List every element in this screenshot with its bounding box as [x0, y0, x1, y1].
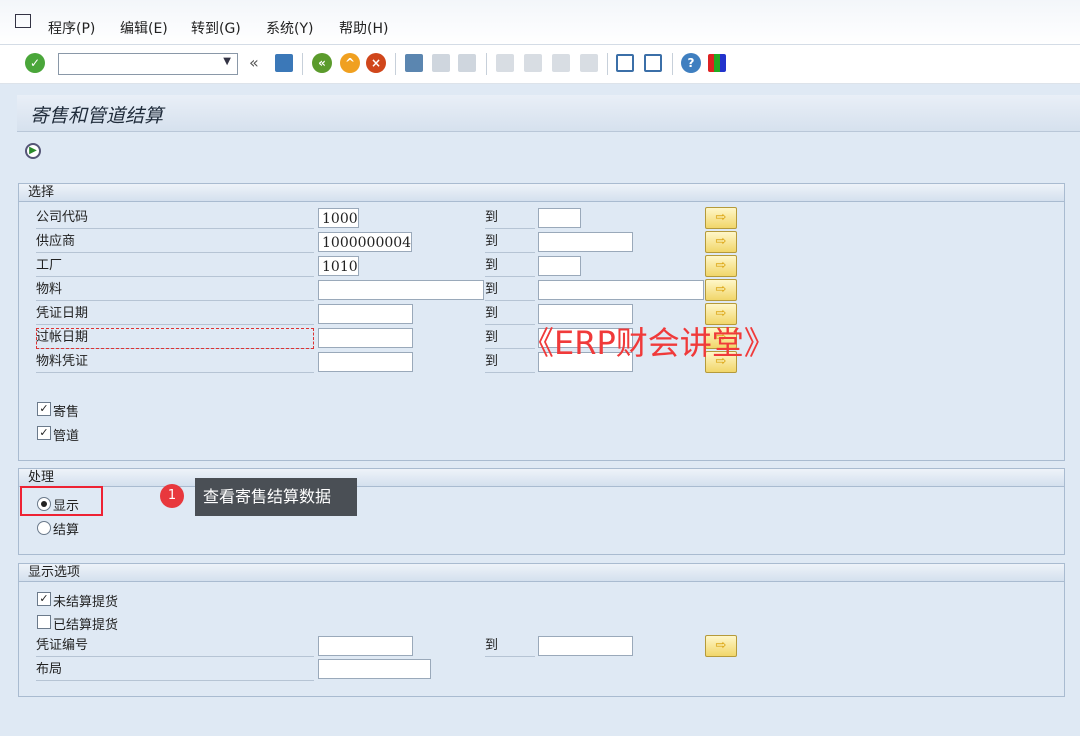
- checkbox-label: 寄售: [53, 401, 79, 420]
- collapse-icon[interactable]: «: [249, 53, 259, 72]
- multiple-selection-button[interactable]: ⇨: [705, 255, 737, 277]
- posting-date-from[interactable]: [318, 328, 413, 348]
- display-options-header: 显示选项: [19, 564, 1064, 582]
- selection-header: 选择: [19, 184, 1064, 202]
- doc-number-from[interactable]: [318, 636, 413, 656]
- field-label: 凭证编号: [36, 636, 314, 657]
- unsettled-checkbox[interactable]: ✓: [37, 592, 51, 606]
- to-label: 到: [485, 636, 535, 657]
- enter-check-icon[interactable]: ✓: [25, 53, 45, 73]
- to-label: 到: [485, 256, 535, 277]
- company-code-to[interactable]: [538, 208, 581, 228]
- display-radio[interactable]: [37, 497, 51, 511]
- field-label: 布局: [36, 660, 314, 681]
- page-title: 寄售和管道结算: [30, 101, 163, 128]
- multiple-selection-button[interactable]: ⇨: [705, 231, 737, 253]
- print-icon[interactable]: [405, 54, 423, 72]
- vendor-from[interactable]: 1000000004: [318, 232, 412, 252]
- multiple-selection-button[interactable]: ⇨: [705, 635, 737, 657]
- field-label: 凭证日期: [36, 304, 314, 325]
- multiple-selection-button[interactable]: ⇨: [705, 207, 737, 229]
- field-label: 物料凭证: [36, 352, 314, 373]
- material-from[interactable]: [318, 280, 484, 300]
- material-to[interactable]: [538, 280, 704, 300]
- last-page-icon: [580, 54, 598, 72]
- find-icon: [432, 54, 450, 72]
- plant-to[interactable]: [538, 256, 581, 276]
- callout-number: 1: [160, 484, 184, 508]
- pipeline-checkbox[interactable]: ✓: [37, 426, 51, 440]
- cancel-icon[interactable]: ×: [366, 53, 386, 73]
- consignment-checkbox[interactable]: ✓: [37, 402, 51, 416]
- field-label: 物料: [36, 280, 314, 301]
- layout-input[interactable]: [318, 659, 431, 679]
- execute-icon[interactable]: ▶: [25, 143, 41, 159]
- find-next-icon: [458, 54, 476, 72]
- menu-goto[interactable]: 转到(G): [191, 18, 241, 38]
- command-field[interactable]: ▼: [58, 53, 238, 75]
- next-page-icon: [552, 54, 570, 72]
- field-label: 工厂: [36, 256, 314, 277]
- title-band: [17, 95, 1080, 132]
- prev-page-icon: [524, 54, 542, 72]
- to-label: 到: [485, 208, 535, 229]
- to-label: 到: [485, 280, 535, 301]
- layout-icon[interactable]: [708, 54, 726, 72]
- chevron-down-icon[interactable]: ▼: [223, 56, 231, 67]
- multiple-selection-button[interactable]: ⇨: [705, 279, 737, 301]
- company-code-from[interactable]: 1000: [318, 208, 359, 228]
- menu-help[interactable]: 帮助(H): [339, 18, 388, 38]
- back-icon[interactable]: «: [312, 53, 332, 73]
- menu-icon[interactable]: [15, 14, 31, 28]
- field-label: 公司代码: [36, 208, 314, 229]
- radio-label: 显示: [53, 495, 79, 514]
- doc-number-to[interactable]: [538, 636, 633, 656]
- checkbox-label: 未结算提货: [53, 591, 118, 610]
- plant-from[interactable]: 1010: [318, 256, 359, 276]
- menu-edit[interactable]: 编辑(E): [120, 18, 168, 38]
- watermark: 《ERP财会讲堂》: [522, 318, 776, 364]
- field-label: 过帐日期: [36, 328, 314, 349]
- checkbox-label: 已结算提货: [53, 614, 118, 633]
- settle-radio[interactable]: [37, 521, 51, 535]
- menu-program[interactable]: 程序(P): [48, 18, 95, 38]
- callout-tooltip: 查看寄售结算数据: [195, 478, 357, 516]
- settled-checkbox[interactable]: [37, 615, 51, 629]
- field-label: 供应商: [36, 232, 314, 253]
- processing-frame: 处理: [18, 468, 1065, 555]
- shortcut-icon[interactable]: [644, 54, 662, 72]
- document-date-from[interactable]: [318, 304, 413, 324]
- vendor-to[interactable]: [538, 232, 633, 252]
- material-doc-from[interactable]: [318, 352, 413, 372]
- new-session-icon[interactable]: [616, 54, 634, 72]
- help-icon[interactable]: ?: [681, 53, 701, 73]
- menu-system[interactable]: 系统(Y): [266, 18, 313, 38]
- radio-label: 结算: [53, 519, 79, 538]
- first-page-icon: [496, 54, 514, 72]
- save-icon[interactable]: [275, 54, 293, 72]
- checkbox-label: 管道: [53, 425, 79, 444]
- to-label: 到: [485, 232, 535, 253]
- exit-icon[interactable]: ^: [340, 53, 360, 73]
